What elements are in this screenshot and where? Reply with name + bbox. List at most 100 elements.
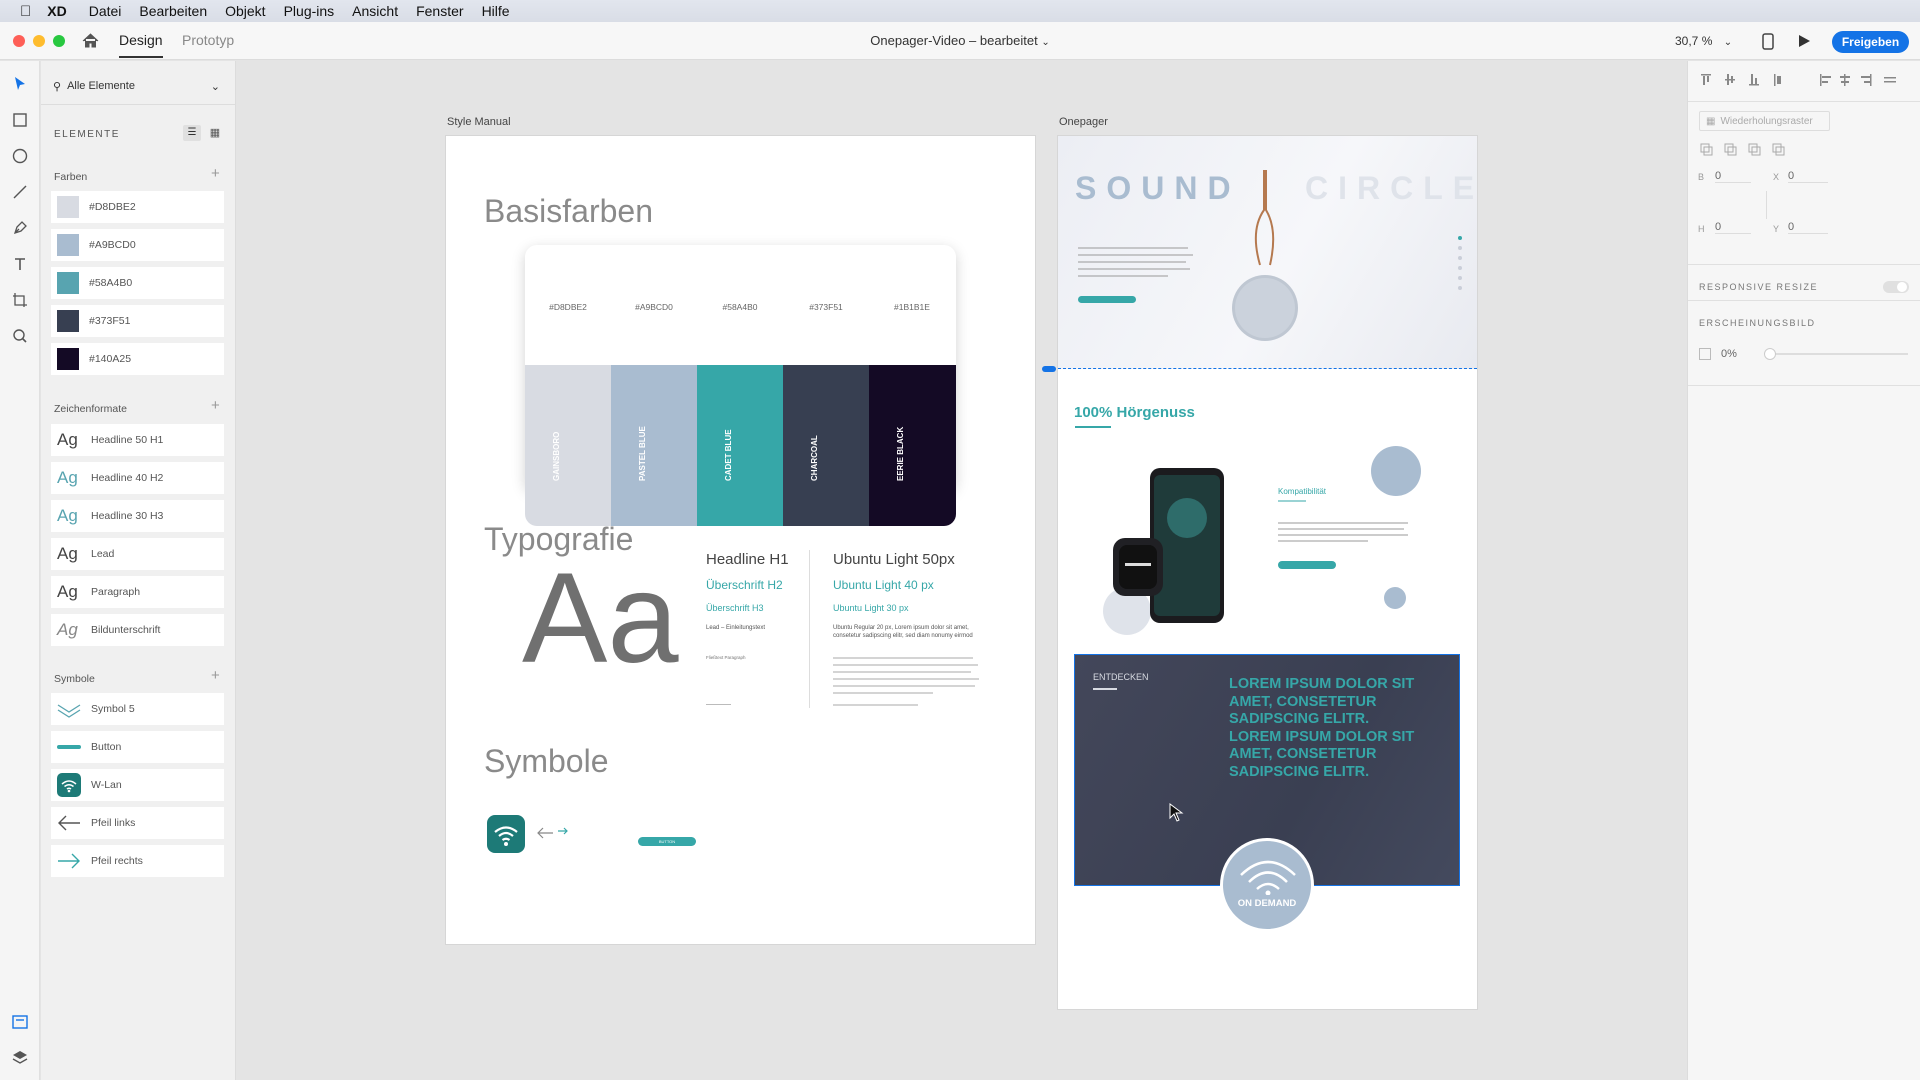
menu-bearbeiten[interactable]: Bearbeiten: [139, 3, 207, 19]
artboard-label-style-manual[interactable]: Style Manual: [447, 116, 511, 128]
height-input[interactable]: 0: [1715, 221, 1751, 234]
compat-title: Kompatibilität: [1278, 487, 1327, 496]
char-style-asset[interactable]: Ag Headline 40 H2: [51, 462, 224, 494]
symbols-section-title[interactable]: Symbole: [54, 673, 95, 685]
color-swatch: [57, 234, 79, 256]
palette-hex-label: #A9BCD0: [635, 302, 673, 312]
hero-text-placeholder: [1078, 247, 1193, 303]
device-preview-icon[interactable]: [1762, 33, 1774, 50]
char-style-asset[interactable]: Ag Paragraph: [51, 576, 224, 608]
menu-fenster[interactable]: Fenster: [416, 3, 463, 19]
menu-app[interactable]: XD: [47, 3, 66, 19]
menu-plugins[interactable]: Plug-ins: [284, 3, 335, 19]
layers-panel-icon[interactable]: [10, 1048, 30, 1068]
sample-button: BUTTON: [638, 837, 696, 846]
menu-hilfe[interactable]: Hilfe: [482, 3, 510, 19]
opacity-slider-handle[interactable]: [1764, 348, 1776, 360]
palette-hex-label: #D8DBE2: [549, 302, 587, 312]
menu-ansicht[interactable]: Ansicht: [352, 3, 398, 19]
char-styles-section-title[interactable]: Zeichenformate: [54, 403, 127, 415]
symbol-asset[interactable]: Symbol 5: [51, 693, 224, 725]
chevron-down-icon: ⌄: [210, 80, 220, 93]
menu-objekt[interactable]: Objekt: [225, 3, 265, 19]
select-tool-icon[interactable]: [10, 74, 30, 94]
add-color-icon[interactable]: +: [211, 165, 220, 182]
color-asset[interactable]: #140A25: [51, 343, 224, 375]
mac-menubar:  XD Datei Bearbeiten Objekt Plug-ins An…: [0, 0, 1920, 22]
symbole-heading: Symbole: [484, 743, 609, 779]
palette-hex-label: #373F51: [809, 302, 843, 312]
rectangle-tool-icon[interactable]: [10, 110, 30, 130]
symbol-asset[interactable]: Pfeil links: [51, 807, 224, 839]
repeat-grid-button[interactable]: ▦ Wiederholungsraster: [1699, 111, 1830, 131]
char-style-asset[interactable]: Ag Bildunterschrift: [51, 614, 224, 646]
list-view-icon[interactable]: ☰: [183, 125, 201, 141]
symbol-asset[interactable]: Pfeil rechts: [51, 845, 224, 877]
share-button[interactable]: Freigeben: [1832, 31, 1909, 53]
colors-section-title[interactable]: Farben: [54, 171, 87, 183]
document-title[interactable]: Onepager-Video – bearbeitet ⌄: [0, 33, 1920, 48]
color-asset[interactable]: #A9BCD0: [51, 229, 224, 261]
assets-panel: ⚲ Alle Elemente ⌄ ELEMENTE ☰ ▦ Farben + …: [41, 61, 236, 1080]
hero-title-sound: SOUND: [1075, 170, 1241, 206]
fold-handle[interactable]: [1042, 366, 1056, 372]
color-asset[interactable]: #373F51: [51, 305, 224, 337]
search-icon: ⚲: [53, 80, 62, 93]
opacity-input[interactable]: 0%: [1721, 348, 1737, 360]
assets-filter-dropdown[interactable]: ⚲ Alle Elemente ⌄: [51, 76, 224, 96]
menu-datei[interactable]: Datei: [89, 3, 122, 19]
basisfarben-heading: Basisfarben: [484, 193, 653, 229]
hero-pagination-dots[interactable]: [1456, 234, 1464, 294]
type-spec-h2: Überschrift H2: [706, 578, 783, 592]
palette-swatch: CHARCOAL: [783, 365, 869, 526]
char-style-asset[interactable]: Ag Lead: [51, 538, 224, 570]
symbol-asset[interactable]: Button: [51, 731, 224, 763]
apple-icon[interactable]: : [20, 3, 31, 20]
color-swatch: [57, 310, 79, 332]
color-swatch: [57, 196, 79, 218]
artboard-tool-icon[interactable]: [10, 290, 30, 310]
color-asset[interactable]: #D8DBE2: [51, 191, 224, 223]
char-style-glyph: Ag: [57, 582, 78, 601]
text-tool-icon[interactable]: [10, 254, 30, 274]
palette-hex-label: #58A4B0: [722, 302, 758, 312]
artboard-label-onepager[interactable]: Onepager: [1059, 116, 1108, 128]
zoom-level[interactable]: 30,7 % ⌄: [1675, 34, 1732, 48]
color-swatch: [57, 348, 79, 370]
deco-circle: [1371, 446, 1421, 496]
char-style-asset[interactable]: Ag Headline 30 H3: [51, 500, 224, 532]
chevron-down-icon: ⌄: [1723, 37, 1733, 48]
wifi-icon: [1240, 860, 1296, 895]
play-icon[interactable]: [1797, 34, 1811, 48]
on-demand-badge[interactable]: ON DEMAND: [1220, 838, 1314, 932]
add-char-style-icon[interactable]: +: [211, 397, 220, 414]
palette-swatch: CADET BLUE: [697, 365, 783, 526]
type-sample-aa: Aa: [522, 547, 679, 690]
grid-view-icon[interactable]: ▦: [207, 125, 223, 141]
discover-heading: LOREM IPSUM DOLOR SIT AMET, CONSETETUR S…: [1229, 676, 1415, 780]
assets-panel-icon[interactable]: [10, 1012, 30, 1032]
boolean-ops-toolbar: [1700, 143, 1785, 156]
zoom-tool-icon[interactable]: [10, 326, 30, 346]
palette-swatch: GAINSBORO: [525, 365, 611, 526]
y-input[interactable]: 0: [1788, 221, 1828, 234]
x-input[interactable]: 0: [1788, 170, 1828, 183]
char-style-glyph: Ag: [57, 468, 78, 487]
type-font-h3: Ubuntu Light 30 px: [833, 603, 909, 613]
pen-tool-icon[interactable]: [10, 218, 30, 238]
char-style-asset[interactable]: Ag Headline 50 H1: [51, 424, 224, 456]
add-symbol-icon[interactable]: +: [211, 667, 220, 684]
section-underline: [1075, 426, 1111, 428]
type-spec-h1: Headline H1: [706, 551, 789, 568]
line-tool-icon[interactable]: [10, 182, 30, 202]
type-spec-lead: Lead – Einleitungstext: [706, 625, 766, 631]
lock-aspect-icon[interactable]: [1759, 191, 1767, 219]
color-asset[interactable]: #58A4B0: [51, 267, 224, 299]
width-input[interactable]: 0: [1715, 170, 1751, 183]
opacity-slider[interactable]: [1768, 353, 1908, 355]
arrow-left-icon: [537, 827, 553, 839]
responsive-resize-toggle[interactable]: [1883, 281, 1909, 293]
symbol-asset[interactable]: W-Lan: [51, 769, 224, 801]
discover-label: ENTDECKEN: [1093, 672, 1149, 682]
ellipse-tool-icon[interactable]: [10, 146, 30, 166]
